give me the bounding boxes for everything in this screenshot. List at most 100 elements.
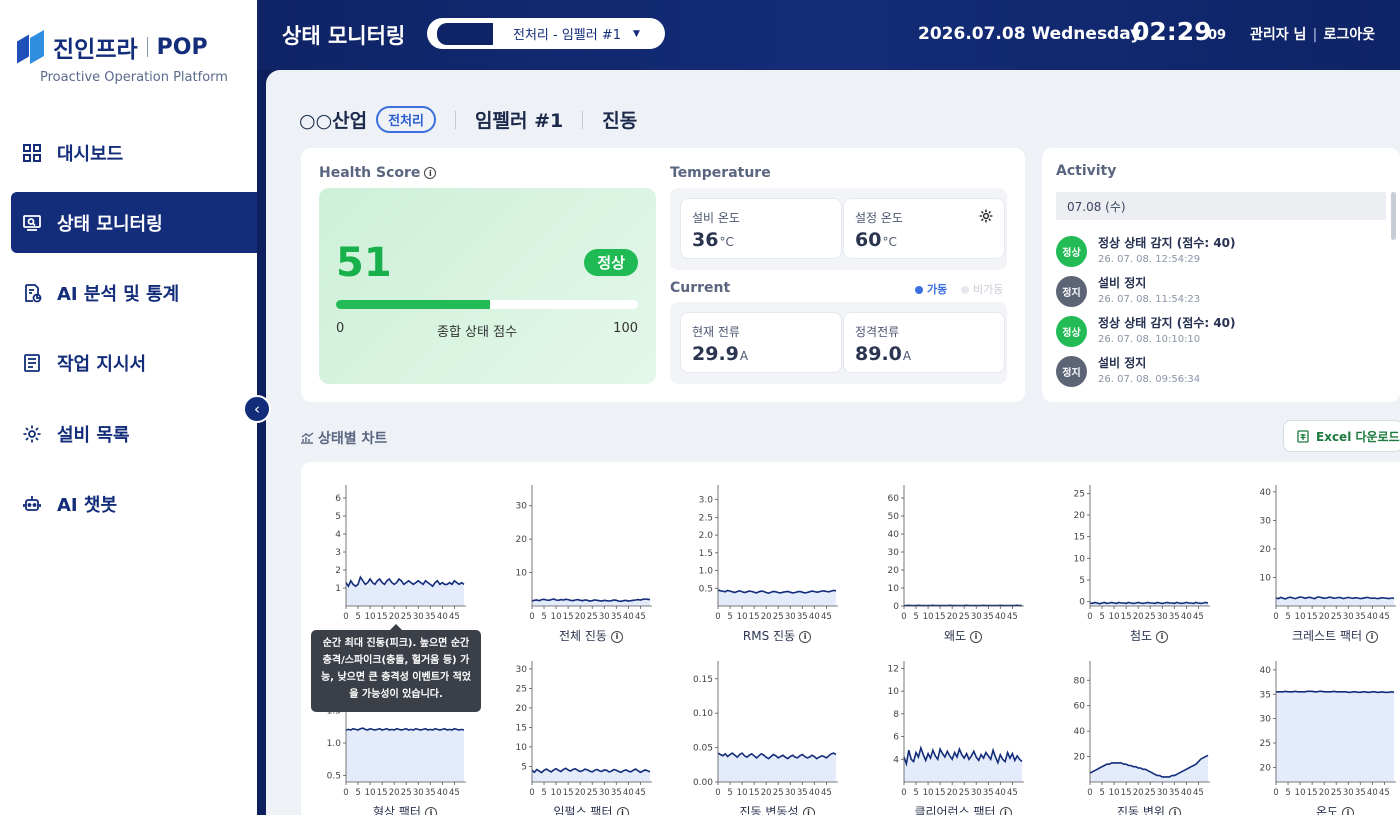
equipment-selector[interactable]: 전처리 - 임펠러 #1 ▼ xyxy=(427,18,665,49)
x-tick-label: 35 xyxy=(983,612,994,622)
x-tick-label: 0 xyxy=(901,788,906,798)
info-icon[interactable]: i xyxy=(616,806,629,815)
chart-title: 첨도 i xyxy=(1069,627,1229,644)
y-tick-label: 5 xyxy=(335,512,341,522)
x-tick-label: 20 xyxy=(761,612,772,622)
info-icon[interactable]: i xyxy=(610,630,623,643)
top-header: 상태 모니터링 전처리 - 임펠러 #1 ▼ 2026.07.08 Wednes… xyxy=(257,0,1400,70)
sidebar-item-label: AI 챗봇 xyxy=(57,494,118,516)
x-tick-label: 45 xyxy=(449,788,460,798)
mini-chart-svg: 01020304050600 5 10 15 20 25 30 35 40 45 xyxy=(888,485,1024,622)
health-score-label: Health Score i xyxy=(319,165,437,181)
x-tick-label: 25 xyxy=(1331,612,1342,622)
x-tick-label: 45 xyxy=(1379,612,1390,622)
series-area xyxy=(346,728,464,782)
x-tick-label: 40 xyxy=(437,788,448,798)
x-tick-label: 15 xyxy=(749,788,760,798)
x-tick-label: 35 xyxy=(1355,788,1366,798)
activity-item[interactable]: 정상 정상 상태 감지 (점수: 40) 26. 07. 08. 10:10:1… xyxy=(1056,314,1386,350)
x-tick-label: 45 xyxy=(1379,788,1390,798)
info-icon[interactable]: i xyxy=(1156,630,1169,643)
mini-chart: 4 6 8 10 12 0 5 10 15 20 25 30 35 40 45 클리어런스 팩터 i xyxy=(859,658,1034,815)
x-tick-label: 45 xyxy=(449,612,460,622)
x-tick-label: 40 xyxy=(1181,612,1192,622)
activity-item[interactable]: 정지 설비 정지 26. 07. 08. 11:54:23 xyxy=(1056,274,1386,310)
logout-button[interactable]: 로그아웃 xyxy=(1324,27,1376,43)
x-tick-label: 25 xyxy=(959,612,970,622)
sidebar-item-dashboard[interactable]: 대시보드 xyxy=(11,122,257,183)
chart-icon xyxy=(301,432,314,444)
info-icon[interactable]: i xyxy=(1168,806,1181,815)
brand-name: 진인프라 xyxy=(53,37,138,63)
y-tick-label: 2 xyxy=(335,566,341,576)
sidebar-item-work-orders[interactable]: 작업 지시서 xyxy=(11,333,257,394)
x-tick-label: 10 xyxy=(365,612,376,622)
info-icon[interactable]: i xyxy=(999,806,1012,815)
y-tick-label: 1.0 xyxy=(327,739,342,749)
x-tick-label: 15 xyxy=(377,788,388,798)
sidebar-item-ai-analysis[interactable]: AI 분석 및 통계 xyxy=(11,263,257,324)
info-icon[interactable]: i xyxy=(802,806,815,815)
activity-date-header: 07.08 (수) xyxy=(1056,192,1386,220)
breadcrumb-divider xyxy=(455,110,457,129)
x-tick-label: 25 xyxy=(1331,788,1342,798)
current-rated-tile: 정격전류 89.0A xyxy=(843,312,1005,373)
info-icon[interactable]: i xyxy=(799,630,812,643)
chart-title-text: 진동 변위 xyxy=(1117,805,1165,815)
x-tick-label: 0 xyxy=(343,788,348,798)
sidebar-item-label: 설비 목록 xyxy=(57,424,130,446)
x-tick-label: 5 xyxy=(541,788,546,798)
mini-chart-svg: 05101520250 5 10 15 20 25 30 35 40 45 xyxy=(1074,485,1210,622)
y-tick-label: 0.00 xyxy=(693,778,713,788)
sidebar-item-label: 작업 지시서 xyxy=(57,354,147,376)
sidebar: 진인프라 POP Proactive Operation Platform 대시… xyxy=(0,0,257,815)
series-area xyxy=(1276,691,1394,782)
info-icon[interactable]: i xyxy=(1366,630,1379,643)
sidebar-collapse-button[interactable]: ‹ xyxy=(243,395,271,423)
y-tick-label: 6 xyxy=(893,733,899,743)
y-tick-label: 10 xyxy=(888,584,900,594)
activity-title: 설비 정지 xyxy=(1098,356,1147,370)
x-tick-label: 45 xyxy=(1007,612,1018,622)
y-tick-label: 2.0 xyxy=(699,531,714,541)
x-tick-label: 0 xyxy=(715,788,720,798)
x-tick-label: 10 xyxy=(551,788,562,798)
x-tick-label: 5 xyxy=(355,788,360,798)
x-tick-label: 40 xyxy=(995,612,1006,622)
y-tick-label: 10 xyxy=(516,743,528,753)
sidebar-item-label: AI 분석 및 통계 xyxy=(57,284,180,306)
info-icon[interactable]: i xyxy=(970,630,983,643)
set-temperature-tile: 설정 온도 60°C xyxy=(843,198,1005,259)
settings-gear-icon[interactable] xyxy=(978,208,994,224)
health-bar-max: 100 xyxy=(613,321,638,336)
x-tick-label: 0 xyxy=(1273,612,1278,622)
sidebar-item-status-monitoring[interactable]: 상태 모니터링 xyxy=(11,192,257,254)
info-icon[interactable]: i xyxy=(424,167,437,179)
x-tick-label: 40 xyxy=(809,612,820,622)
info-icon[interactable]: i xyxy=(424,806,437,815)
x-tick-label: 45 xyxy=(821,788,832,798)
info-icon[interactable]: i xyxy=(1342,806,1355,815)
x-tick-label: 10 xyxy=(1109,788,1120,798)
x-tick-label: 40 xyxy=(1367,788,1378,798)
chart-title-text: RMS 진동 xyxy=(742,629,796,643)
x-tick-label: 35 xyxy=(1169,612,1180,622)
excel-download-button[interactable]: Excel 다운로드 xyxy=(1283,420,1400,452)
current-now-tile: 현재 전류 29.9A xyxy=(680,312,842,373)
x-tick-label: 0 xyxy=(715,612,720,622)
x-tick-label: 15 xyxy=(1307,788,1318,798)
x-tick-label: 10 xyxy=(1295,612,1306,622)
mini-chart-svg: 510152025300 5 10 15 20 25 30 35 40 45 xyxy=(516,661,652,798)
robot-icon xyxy=(21,493,43,515)
y-tick-label: 40 xyxy=(1074,727,1086,737)
x-tick-label: 35 xyxy=(425,612,436,622)
user-name[interactable]: 관리자 님 xyxy=(1250,27,1306,43)
sidebar-item-equipment-list[interactable]: 설비 목록 xyxy=(11,403,257,464)
sidebar-item-ai-chatbot[interactable]: AI 챗봇 xyxy=(11,473,257,534)
activity-scrollbar[interactable] xyxy=(1391,192,1396,240)
activity-item[interactable]: 정지 설비 정지 26. 07. 08. 09:56:34 xyxy=(1056,354,1386,390)
activity-item[interactable]: 정상 정상 상태 감지 (점수: 40) 26. 07. 08. 12:54:2… xyxy=(1056,234,1386,270)
brand-logo[interactable]: 진인프라 POP xyxy=(17,29,208,65)
x-tick-label: 15 xyxy=(377,612,388,622)
x-tick-label: 25 xyxy=(959,788,970,798)
